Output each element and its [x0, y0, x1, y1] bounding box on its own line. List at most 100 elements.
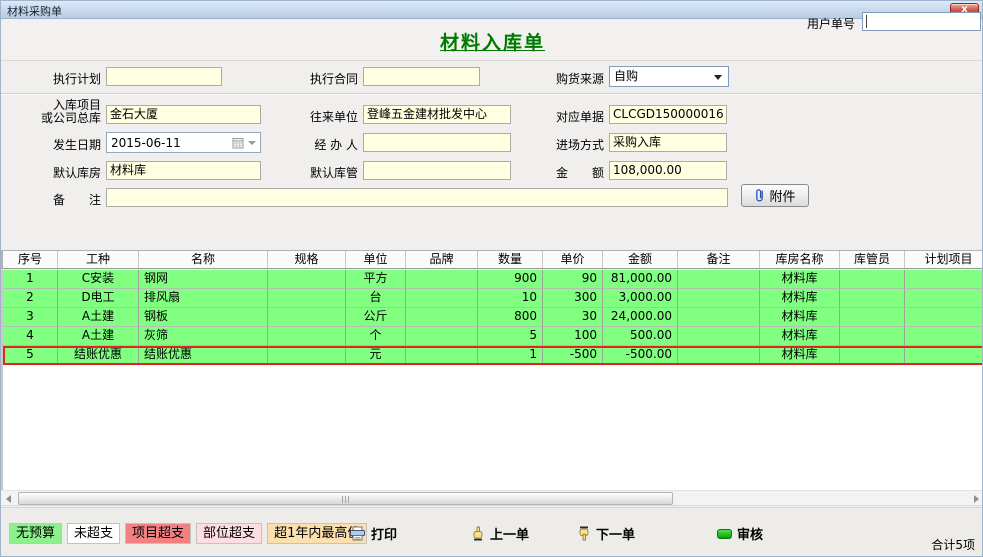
counterpart-input[interactable]: 登峰五金建材批发中心	[363, 105, 511, 124]
column-header[interactable]: 计划项目	[905, 251, 982, 268]
date-label: 发生日期	[52, 138, 101, 152]
chevron-down-icon	[714, 75, 722, 80]
printer-icon	[350, 526, 365, 541]
attachment-label: 附件	[769, 190, 796, 205]
attachment-button[interactable]: 附件	[741, 184, 809, 207]
warehouse-input[interactable]: 材料库	[106, 161, 261, 180]
amount-input[interactable]: 108,000.00	[609, 161, 727, 180]
column-header[interactable]: 规格	[268, 251, 346, 268]
table-cell: 3,000.00	[603, 289, 678, 308]
table-cell: 10	[478, 289, 543, 308]
previous-doc-button[interactable]: 上一单	[471, 524, 529, 543]
table-cell: 5	[3, 346, 58, 365]
user-no-input[interactable]	[862, 12, 981, 31]
table-cell: 1	[3, 270, 58, 289]
ref-doc-input[interactable]: CLCGD150000016	[609, 105, 727, 124]
table-row[interactable]: 2 D电工 排风扇 台 10 300 3,000.00 材料库	[3, 289, 982, 308]
table-cell: 材料库	[760, 346, 840, 365]
table-cell	[678, 308, 760, 327]
table-cell	[840, 308, 905, 327]
table-cell: 90	[543, 270, 603, 289]
table-cell	[268, 308, 346, 327]
table-cell: C安装	[58, 270, 139, 289]
next-doc-button[interactable]: 下一单	[577, 524, 635, 543]
warehouse-label: 默认库房	[52, 166, 101, 180]
table-header-row: 序号 工种 名称 规格 单位 品牌 数量 单价 金额 备注 库房名称 库管员 计划项目	[1, 250, 982, 269]
source-dropdown[interactable]: 自购	[609, 66, 729, 87]
audit-button[interactable]: 审核	[717, 524, 763, 543]
table-cell	[268, 327, 346, 346]
table-cell: 300	[543, 289, 603, 308]
table-row[interactable]: 4 A土建 灰筛 个 5 100 500.00 材料库	[3, 327, 982, 346]
column-header[interactable]: 数量	[478, 251, 543, 268]
column-header[interactable]: 名称	[139, 251, 268, 268]
scrollbar-thumb[interactable]	[18, 492, 673, 505]
audit-status-icon	[717, 528, 732, 539]
project-input[interactable]: 金石大厦	[106, 105, 261, 124]
status-legend: 无预算 未超支 项目超支 部位超支 超1年内最高价	[9, 523, 368, 544]
remark-input[interactable]	[106, 188, 728, 207]
table-cell: 800	[478, 308, 543, 327]
legend-chip: 无预算	[9, 523, 63, 544]
table-cell: 100	[543, 327, 603, 346]
hand-up-icon	[473, 526, 483, 541]
counterpart-label: 往来单位	[309, 110, 358, 124]
entry-mode-input[interactable]: 采购入库	[609, 133, 727, 152]
keeper-input[interactable]	[363, 161, 511, 180]
table-cell: 钢网	[139, 270, 268, 289]
table-cell	[905, 289, 982, 308]
table-cell: 钢板	[139, 308, 268, 327]
calendar-icon	[232, 137, 244, 148]
material-inbound-window: 材料采购单 x 材料入库单 用户单号 执行计划 执行合同 购货来源 自购 入库项…	[0, 0, 983, 557]
table-cell: -500	[543, 346, 603, 365]
table-cell: 公斤	[346, 308, 406, 327]
table-cell	[840, 289, 905, 308]
table-cell: 结账优惠	[139, 346, 268, 365]
column-header[interactable]: 备注	[678, 251, 760, 268]
table-cell: 材料库	[760, 289, 840, 308]
column-header[interactable]: 工种	[58, 251, 139, 268]
table-cell	[406, 289, 478, 308]
table-row[interactable]: 3 A土建 钢板 公斤 800 30 24,000.00 材料库	[3, 308, 982, 327]
column-header[interactable]: 金额	[603, 251, 678, 268]
legend-chip: 项目超支	[125, 523, 192, 544]
table-cell: 结账优惠	[58, 346, 139, 365]
column-header[interactable]: 单位	[346, 251, 406, 268]
table-cell	[678, 289, 760, 308]
table-cell: D电工	[58, 289, 139, 308]
total-items-label: 合计5项	[931, 538, 975, 552]
table-cell	[840, 327, 905, 346]
scrollbar-grip-icon	[341, 496, 350, 503]
table-cell: 5	[478, 327, 543, 346]
column-header[interactable]: 单价	[543, 251, 603, 268]
table-cell: 元	[346, 346, 406, 365]
table-cell: 1	[478, 346, 543, 365]
table-row[interactable]: 5 结账优惠 结账优惠元 1 -500 -500.00 材料库	[3, 346, 982, 365]
table-row[interactable]: 1 C安装 钢网 平方 900 90 81,000.00 材料库	[3, 270, 982, 289]
scroll-left-icon[interactable]	[6, 495, 11, 503]
audit-label: 审核	[737, 528, 764, 543]
handler-input[interactable]	[363, 133, 511, 152]
date-picker[interactable]: 2015-06-11	[106, 132, 261, 153]
scroll-right-icon[interactable]	[974, 495, 979, 503]
table-cell: 4	[3, 327, 58, 346]
table-cell	[840, 270, 905, 289]
column-header[interactable]: 库管员	[840, 251, 905, 268]
ref-doc-label: 对应单据	[555, 110, 604, 124]
exec-plan-input[interactable]	[106, 67, 222, 86]
hand-down-icon	[579, 526, 589, 541]
column-header[interactable]: 品牌	[406, 251, 478, 268]
table-cell: -500.00	[603, 346, 678, 365]
column-header[interactable]: 库房名称	[760, 251, 840, 268]
previous-doc-label: 上一单	[490, 528, 530, 543]
table-cell: A土建	[58, 308, 139, 327]
horizontal-scrollbar[interactable]	[1, 490, 982, 506]
user-no-label: 用户单号	[807, 17, 856, 31]
column-header[interactable]: 序号	[3, 251, 58, 268]
legend-chip: 未超支	[67, 523, 121, 544]
exec-contract-label: 执行合同	[309, 72, 358, 86]
print-button[interactable]: 打印	[349, 524, 397, 543]
project-label: 入库项目 或公司总库	[40, 98, 101, 125]
exec-contract-input[interactable]	[363, 67, 480, 86]
table-cell: 3	[3, 308, 58, 327]
